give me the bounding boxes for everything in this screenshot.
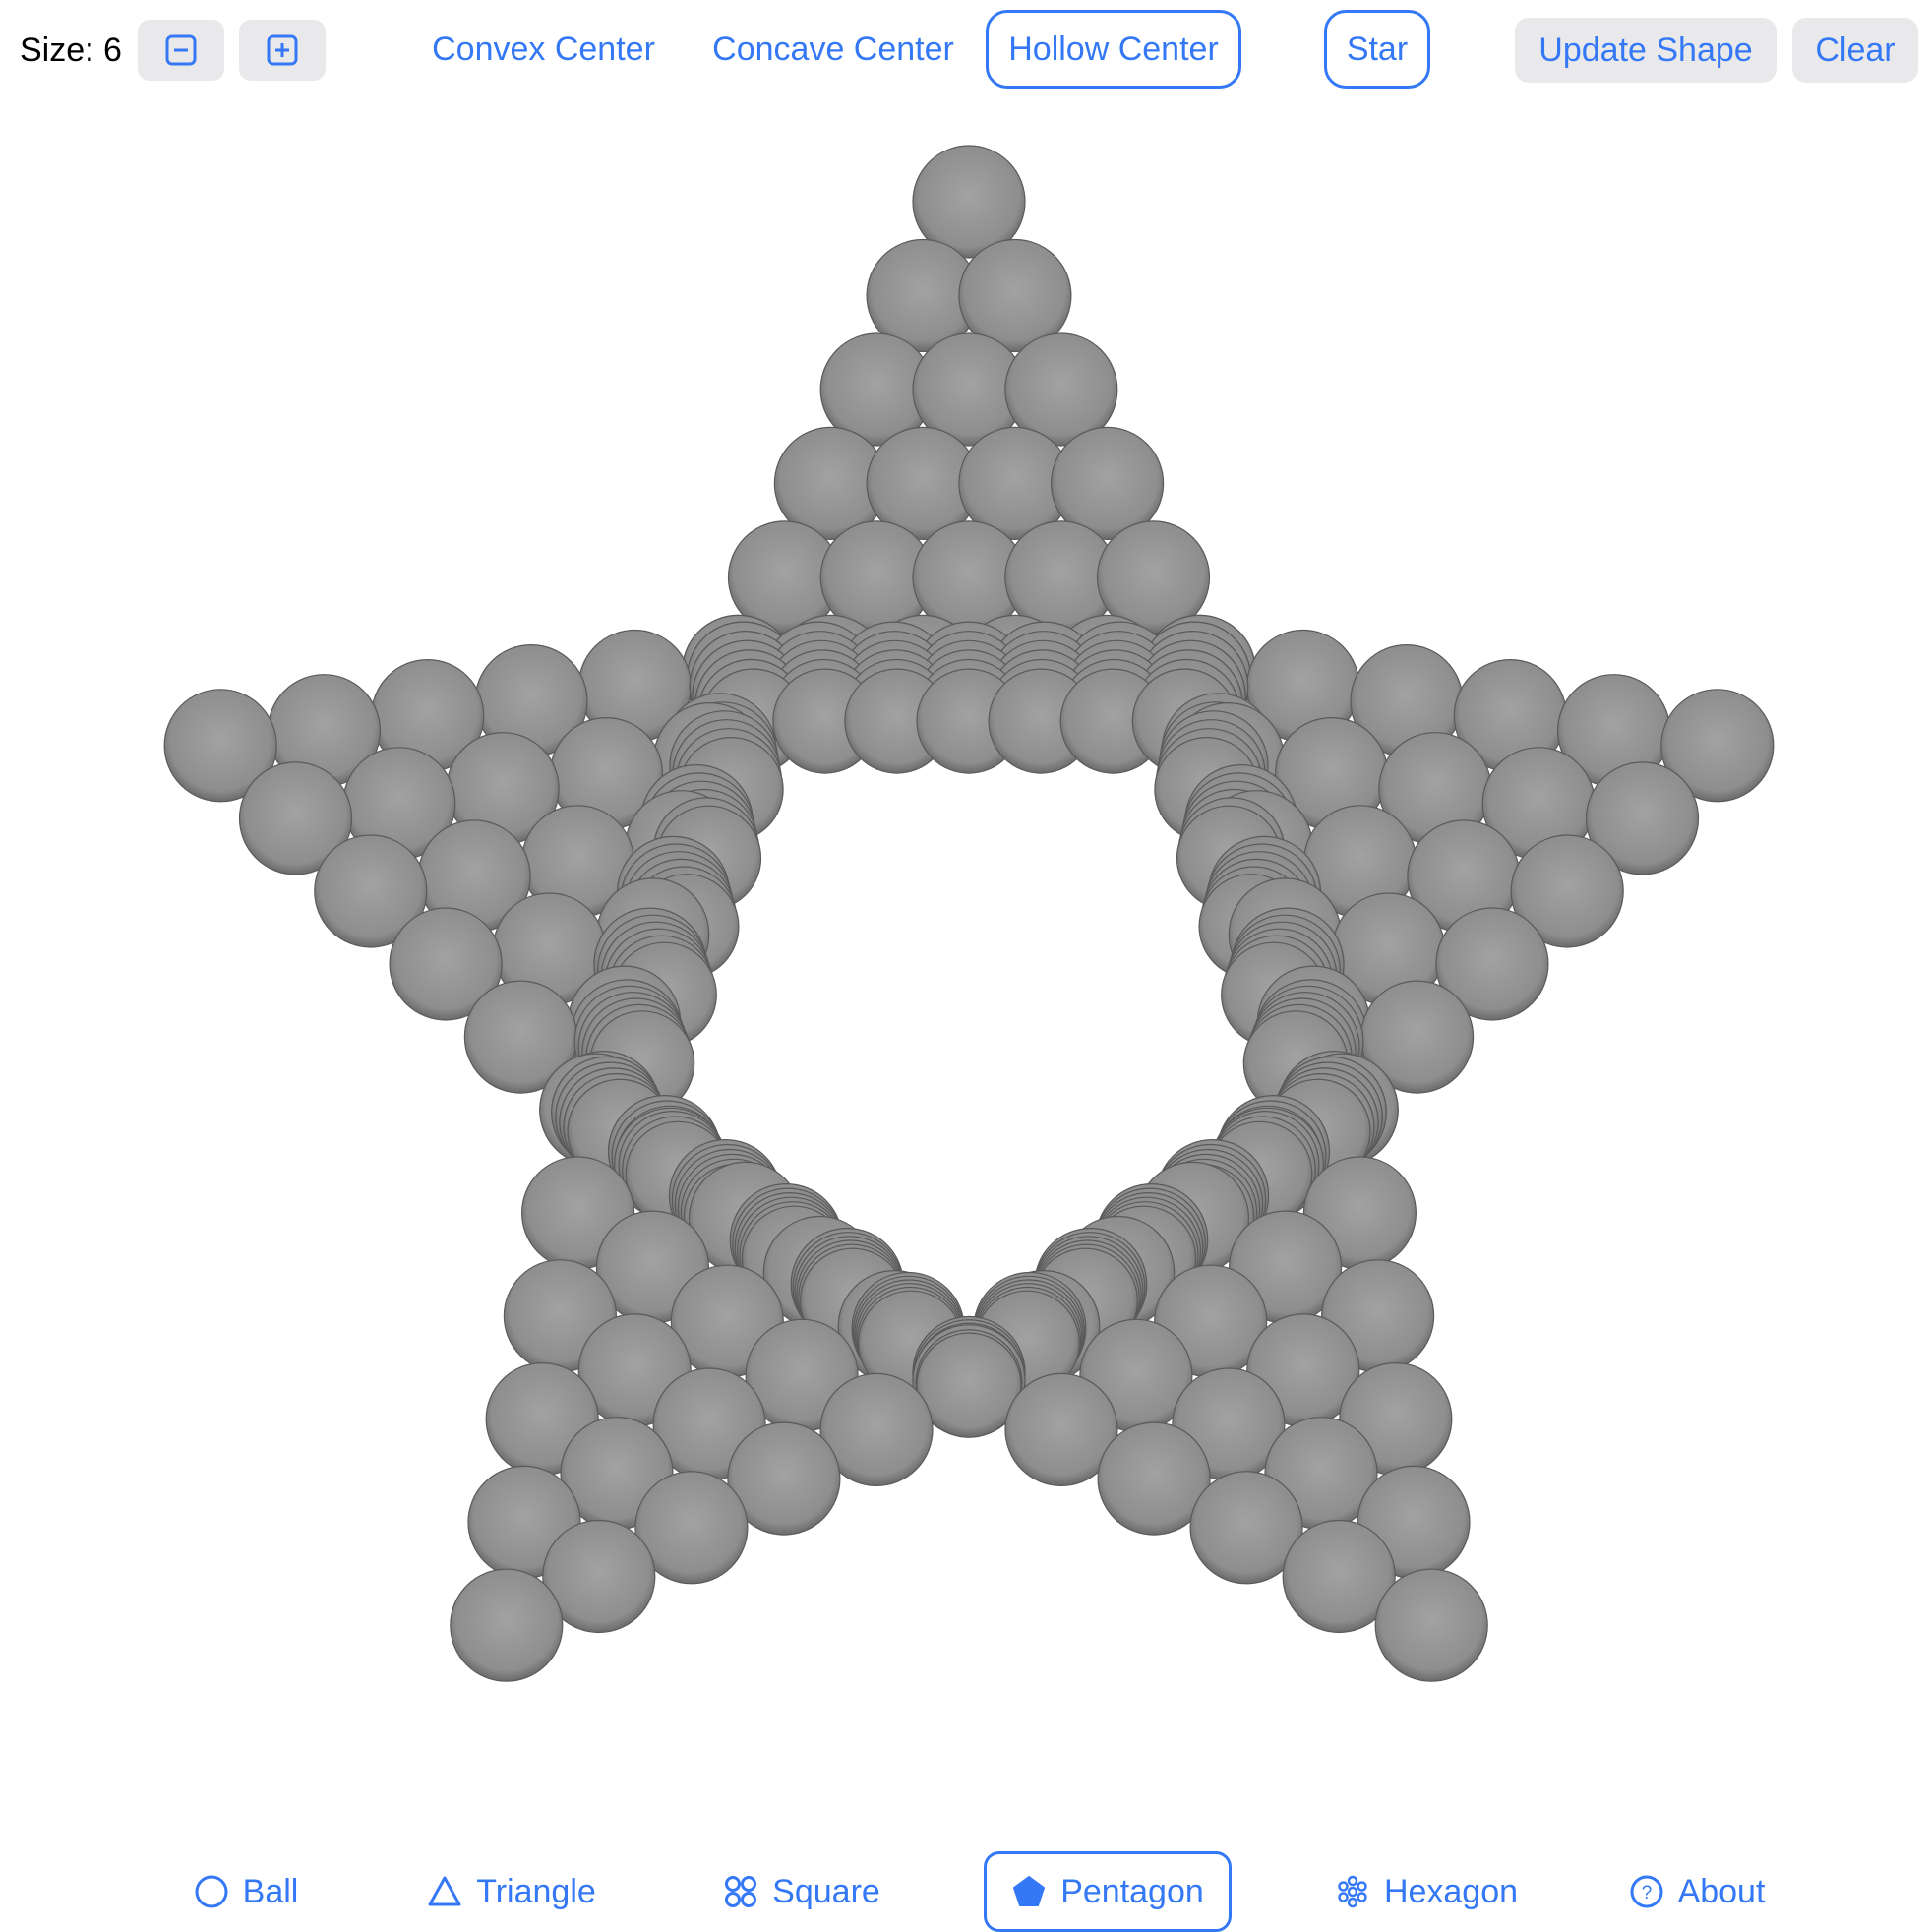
tab-hexagon-label: Hexagon <box>1383 1872 1519 1910</box>
tab-pentagon[interactable]: Pentagon <box>984 1851 1232 1932</box>
size-label: Size: 6 <box>20 31 122 69</box>
sphere <box>450 1568 564 1682</box>
tab-square[interactable]: Square <box>708 1851 895 1932</box>
update-shape-button[interactable]: Update Shape <box>1515 18 1777 83</box>
convex-center-button[interactable]: Convex Center <box>423 10 664 89</box>
clear-button[interactable]: Clear <box>1792 18 1918 83</box>
shape-tab-bar: Ball Triangle Square Pentagon Hexagon ? … <box>0 1830 1930 1932</box>
question-circle-icon: ? <box>1630 1875 1663 1908</box>
tab-pentagon-label: Pentagon <box>1060 1872 1204 1910</box>
triangle-icon <box>428 1876 461 1906</box>
pentagon-star-3d-view[interactable] <box>0 103 1930 1830</box>
tab-about-label: About <box>1677 1872 1766 1910</box>
four-circles-icon <box>725 1876 757 1907</box>
decrease-size-button[interactable] <box>138 20 224 81</box>
plus-square-icon <box>267 34 298 66</box>
increase-size-button[interactable] <box>239 20 326 81</box>
sphere <box>1374 1568 1488 1682</box>
tab-square-label: Square <box>772 1872 880 1910</box>
tab-ball[interactable]: Ball <box>177 1851 315 1932</box>
top-toolbar: Size: 6 Convex Center Concave Center Hol… <box>0 0 1930 103</box>
tab-triangle[interactable]: Triangle <box>413 1851 610 1932</box>
flower-icon <box>1338 1875 1367 1908</box>
hollow-center-button[interactable]: Hollow Center <box>986 10 1241 89</box>
svg-text:?: ? <box>1641 1883 1652 1903</box>
star-button[interactable]: Star <box>1324 10 1430 89</box>
tab-hexagon[interactable]: Hexagon <box>1328 1851 1525 1932</box>
minus-square-icon <box>165 34 197 66</box>
tab-triangle-label: Triangle <box>476 1872 596 1910</box>
concave-center-button[interactable]: Concave Center <box>700 10 966 89</box>
circle-icon <box>195 1875 228 1908</box>
tab-ball-label: Ball <box>242 1872 299 1910</box>
tab-about[interactable]: ? About <box>1613 1851 1780 1932</box>
pentagon-filled-icon <box>1013 1876 1046 1906</box>
